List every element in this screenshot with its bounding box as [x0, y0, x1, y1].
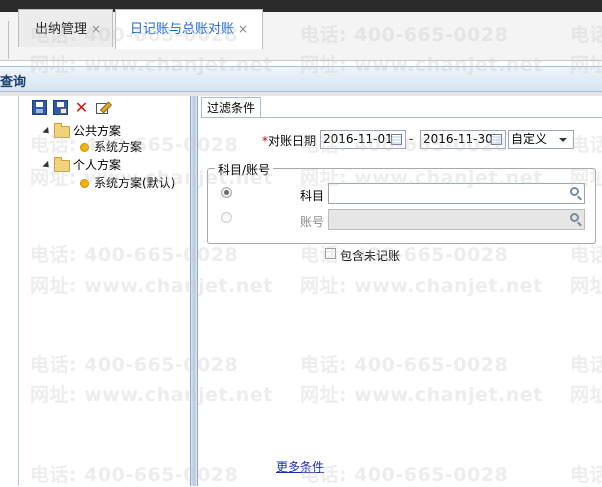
date-from-value: 2016-11-01	[323, 132, 393, 146]
tree-item-label: 系统方案(默认)	[94, 176, 176, 190]
tree-group-label: 公共方案	[73, 124, 122, 138]
delete-icon[interactable]: ✕	[74, 100, 89, 116]
chevron-down-icon[interactable]	[559, 138, 567, 142]
scheme-dot-icon	[80, 179, 89, 188]
save-icon[interactable]	[32, 100, 47, 115]
edit-icon[interactable]	[95, 100, 113, 115]
watermark-site: 网址	[570, 384, 602, 406]
page-title: 查询	[0, 75, 27, 90]
search-icon[interactable]	[570, 213, 579, 222]
tree-item-system-scheme-default[interactable]: 系统方案(默认)	[80, 176, 176, 190]
query-title-bar: 查询	[0, 66, 602, 92]
tree-group-personal[interactable]: 个人方案	[42, 156, 122, 172]
tab-cashier[interactable]: 出纳管理 ×	[18, 9, 113, 47]
more-conditions-link[interactable]: 更多条件	[276, 458, 324, 475]
expand-triangle-icon[interactable]	[42, 160, 52, 171]
include-unposted-label: 包含未记账	[340, 249, 401, 263]
scheme-panel	[18, 96, 191, 486]
tab-cashier-label: 出纳管理	[35, 22, 88, 37]
expand-triangle-icon[interactable]	[42, 126, 52, 137]
date-label: *对账日期	[262, 132, 316, 149]
account-radio[interactable]	[221, 212, 232, 223]
account-label: 账号	[300, 215, 325, 229]
date-separator: -	[409, 132, 414, 146]
period-select[interactable]: 自定义	[508, 130, 574, 149]
watermark-phone: 电话	[570, 134, 602, 156]
include-unposted-checkbox[interactable]	[325, 248, 336, 259]
tree-group-label: 个人方案	[73, 158, 122, 172]
subject-radio[interactable]	[221, 187, 232, 198]
tree-item-label: 系统方案	[94, 140, 143, 154]
subject-label: 科目	[300, 189, 325, 203]
watermark-phone: 电话	[570, 464, 602, 486]
date-from-field[interactable]: 2016-11-01	[320, 130, 406, 149]
close-icon[interactable]: ×	[91, 22, 101, 36]
tab-filter-conditions[interactable]: 过滤条件	[201, 97, 261, 118]
date-to-value: 2016-11-30	[423, 132, 493, 146]
tab-journal-reconcile[interactable]: 日记账与总账对账 ×	[115, 9, 263, 49]
account-input[interactable]	[328, 209, 585, 230]
panel-splitter[interactable]	[190, 96, 198, 486]
watermark-site: 网址	[570, 275, 602, 297]
group-legend: 科目/账号	[215, 161, 274, 178]
scheme-dot-icon	[80, 143, 89, 152]
tree-item-system-scheme[interactable]: 系统方案	[80, 140, 142, 154]
watermark-phone: 电话: 400-665-0028	[300, 464, 509, 486]
tab-journal-reconcile-label: 日记账与总账对账	[130, 22, 235, 37]
watermark-site: 网址: www.chanjet.net	[300, 384, 543, 406]
save-as-icon[interactable]	[53, 100, 68, 115]
date-label-text: 对账日期	[268, 134, 317, 148]
watermark-phone: 电话	[570, 354, 602, 376]
folder-icon	[54, 122, 70, 138]
period-select-value: 自定义	[511, 132, 548, 146]
tab-underline	[201, 117, 602, 118]
subject-account-group	[207, 168, 596, 244]
filter-tab-label: 过滤条件	[206, 101, 255, 115]
calendar-icon[interactable]	[391, 134, 402, 145]
watermark-phone: 电话: 400-665-0028	[300, 354, 509, 376]
close-icon[interactable]: ×	[238, 22, 248, 36]
calendar-icon[interactable]	[491, 134, 502, 145]
subject-input[interactable]	[328, 183, 585, 204]
tree-group-public[interactable]: 公共方案	[42, 122, 122, 138]
watermark-phone: 电话	[570, 244, 602, 266]
tab-edge	[0, 21, 9, 59]
watermark-site: 网址: www.chanjet.net	[300, 275, 543, 297]
date-to-field[interactable]: 2016-11-30	[420, 130, 506, 149]
search-icon[interactable]	[570, 187, 579, 196]
folder-icon	[54, 156, 70, 172]
